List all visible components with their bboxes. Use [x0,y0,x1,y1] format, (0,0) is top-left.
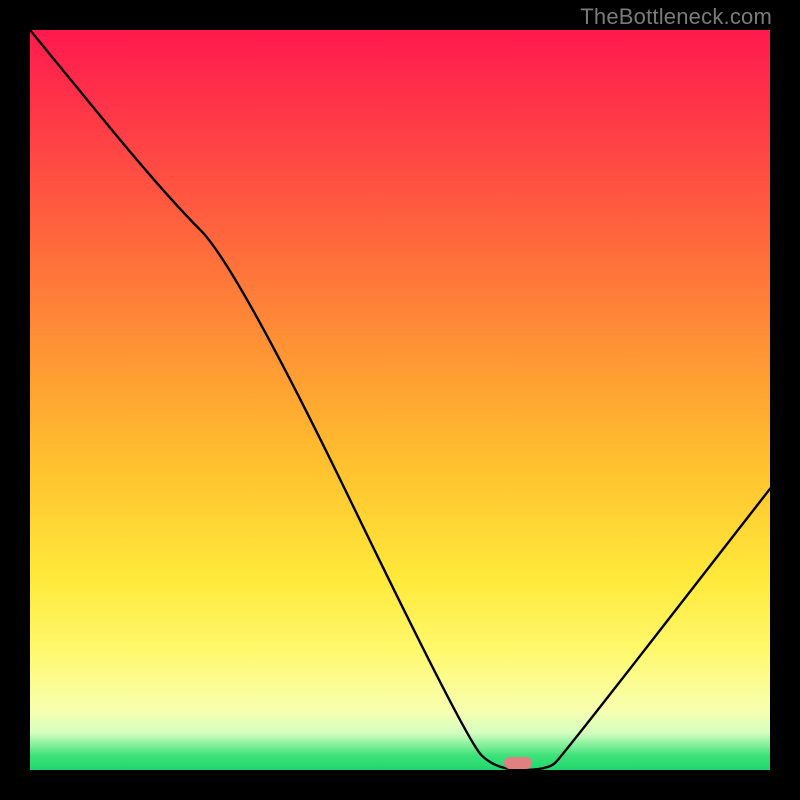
watermark-text: TheBottleneck.com [580,4,772,30]
curve-path [30,30,770,770]
optimal-marker [504,757,532,769]
chart-plot-area [30,30,770,770]
chart-frame: TheBottleneck.com [0,0,800,800]
bottleneck-curve [30,30,770,770]
